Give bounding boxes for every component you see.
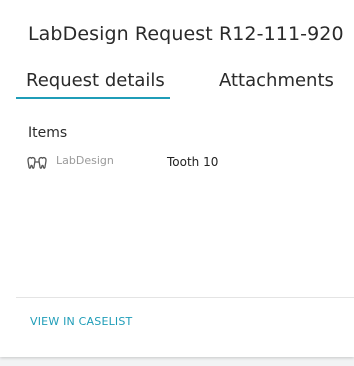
tab-bar: Request details Attachments <box>0 70 354 100</box>
item-tooth-value: Tooth 10 <box>167 155 219 169</box>
active-tab-indicator <box>16 97 170 99</box>
footer-divider <box>16 297 354 298</box>
request-card: LabDesign Request R12-111-920 Request de… <box>0 0 354 357</box>
tooth-icon <box>26 155 48 169</box>
tab-request-details[interactable]: Request details <box>26 70 165 91</box>
item-vendor-label: LabDesign <box>56 154 114 167</box>
view-in-caselist-link[interactable]: VIEW IN CASELIST <box>30 315 132 328</box>
items-section-label: Items <box>28 125 68 141</box>
page-title: LabDesign Request R12-111-920 <box>28 23 344 45</box>
tab-attachments[interactable]: Attachments <box>219 70 334 91</box>
list-item: LabDesign Tooth 10 <box>26 153 326 173</box>
